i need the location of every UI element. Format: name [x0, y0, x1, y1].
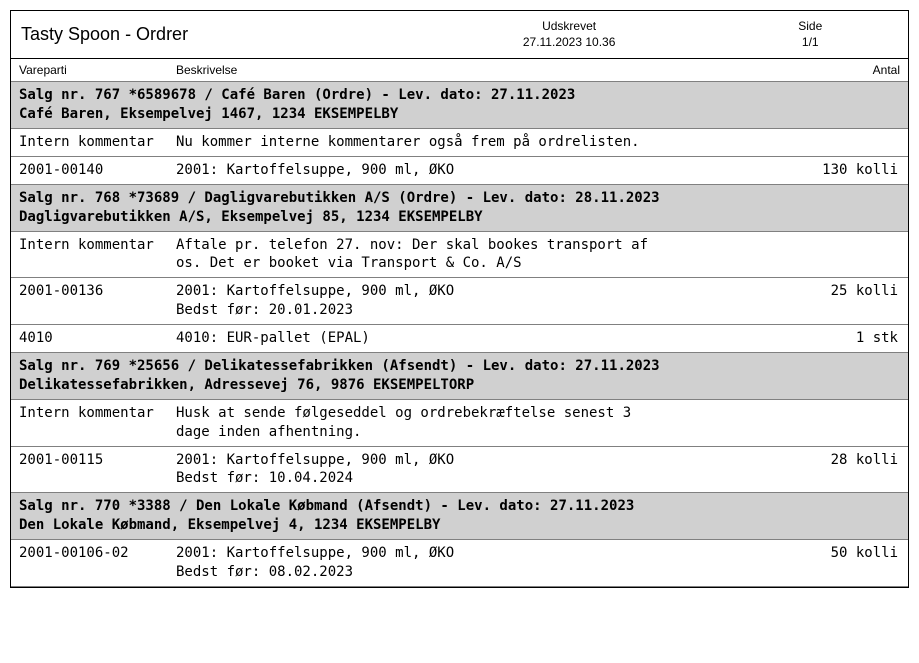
cell-antal: [656, 404, 908, 442]
cell-antal: 130 kolli: [656, 161, 908, 180]
cell-antal: 28 kolli: [656, 451, 908, 489]
cell-vareparti: Intern kommentar: [11, 133, 176, 152]
cell-vareparti: 4010: [11, 329, 176, 348]
table-row: Intern kommentarAftale pr. telefon 27. n…: [11, 232, 908, 279]
cell-beskrivelse: 2001: Kartoffelsuppe, 900 ml, ØKO Bedst …: [176, 282, 656, 320]
group-header-line2: Delikatessefabrikken, Adressevej 76, 987…: [19, 376, 900, 395]
report-page: Tasty Spoon - Ordrer Udskrevet 27.11.202…: [10, 10, 909, 588]
column-headers: Vareparti Beskrivelse Antal: [11, 59, 908, 82]
cell-vareparti: 2001-00106-02: [11, 544, 176, 582]
page-value: 1/1: [723, 35, 898, 51]
cell-vareparti: 2001-00136: [11, 282, 176, 320]
printed-value: 27.11.2023 10.36: [416, 35, 723, 51]
cell-antal: [656, 133, 908, 152]
cell-beskrivelse: 4010: EUR-pallet (EPAL): [176, 329, 656, 348]
table-row: 2001-001362001: Kartoffelsuppe, 900 ml, …: [11, 278, 908, 325]
cell-beskrivelse: Aftale pr. telefon 27. nov: Der skal boo…: [176, 236, 656, 274]
group-header-line2: Café Baren, Eksempelvej 1467, 1234 EKSEM…: [19, 105, 900, 124]
group-header-line1: Salg nr. 770 *3388 / Den Lokale Købmand …: [19, 497, 900, 516]
group-header-line1: Salg nr. 767 *6589678 / Café Baren (Ordr…: [19, 86, 900, 105]
table-row: 40104010: EUR-pallet (EPAL)1 stk: [11, 325, 908, 353]
cell-vareparti: 2001-00115: [11, 451, 176, 489]
cell-vareparti: Intern kommentar: [11, 404, 176, 442]
page-label: Side: [723, 19, 898, 35]
cell-vareparti: Intern kommentar: [11, 236, 176, 274]
table-row: 2001-001152001: Kartoffelsuppe, 900 ml, …: [11, 447, 908, 494]
table-row: 2001-001402001: Kartoffelsuppe, 900 ml, …: [11, 157, 908, 185]
cell-beskrivelse: 2001: Kartoffelsuppe, 900 ml, ØKO Bedst …: [176, 451, 656, 489]
group-header-line1: Salg nr. 769 *25656 / Delikatessefabrikk…: [19, 357, 900, 376]
table-row: 2001-00106-022001: Kartoffelsuppe, 900 m…: [11, 540, 908, 587]
col-vareparti: Vareparti: [11, 63, 176, 77]
printed-label: Udskrevet: [416, 19, 723, 35]
printed-block: Udskrevet 27.11.2023 10.36: [416, 19, 723, 50]
cell-beskrivelse: 2001: Kartoffelsuppe, 900 ml, ØKO: [176, 161, 656, 180]
cell-antal: 25 kolli: [656, 282, 908, 320]
page-block: Side 1/1: [723, 19, 898, 50]
report-header: Tasty Spoon - Ordrer Udskrevet 27.11.202…: [11, 11, 908, 59]
group-header: Salg nr. 769 *25656 / Delikatessefabrikk…: [11, 353, 908, 400]
group-header-line1: Salg nr. 768 *73689 / Dagligvarebutikken…: [19, 189, 900, 208]
group-header-line2: Dagligvarebutikken A/S, Eksempelvej 85, …: [19, 208, 900, 227]
cell-beskrivelse: Husk at sende følgeseddel og ordrebekræf…: [176, 404, 656, 442]
cell-vareparti: 2001-00140: [11, 161, 176, 180]
group-header: Salg nr. 768 *73689 / Dagligvarebutikken…: [11, 185, 908, 232]
group-header-line2: Den Lokale Købmand, Eksempelvej 4, 1234 …: [19, 516, 900, 535]
col-antal: Antal: [708, 63, 908, 77]
col-beskrivelse: Beskrivelse: [176, 63, 708, 77]
table-row: Intern kommentarNu kommer interne kommen…: [11, 129, 908, 157]
table-row: Intern kommentarHusk at sende følgesedde…: [11, 400, 908, 447]
cell-antal: [656, 236, 908, 274]
groups-container: Salg nr. 767 *6589678 / Café Baren (Ordr…: [11, 82, 908, 587]
cell-beskrivelse: 2001: Kartoffelsuppe, 900 ml, ØKO Bedst …: [176, 544, 656, 582]
cell-beskrivelse: Nu kommer interne kommentarer også frem …: [176, 133, 656, 152]
group-header: Salg nr. 767 *6589678 / Café Baren (Ordr…: [11, 82, 908, 129]
cell-antal: 50 kolli: [656, 544, 908, 582]
report-title: Tasty Spoon - Ordrer: [21, 24, 416, 45]
cell-antal: 1 stk: [656, 329, 908, 348]
group-header: Salg nr. 770 *3388 / Den Lokale Købmand …: [11, 493, 908, 540]
